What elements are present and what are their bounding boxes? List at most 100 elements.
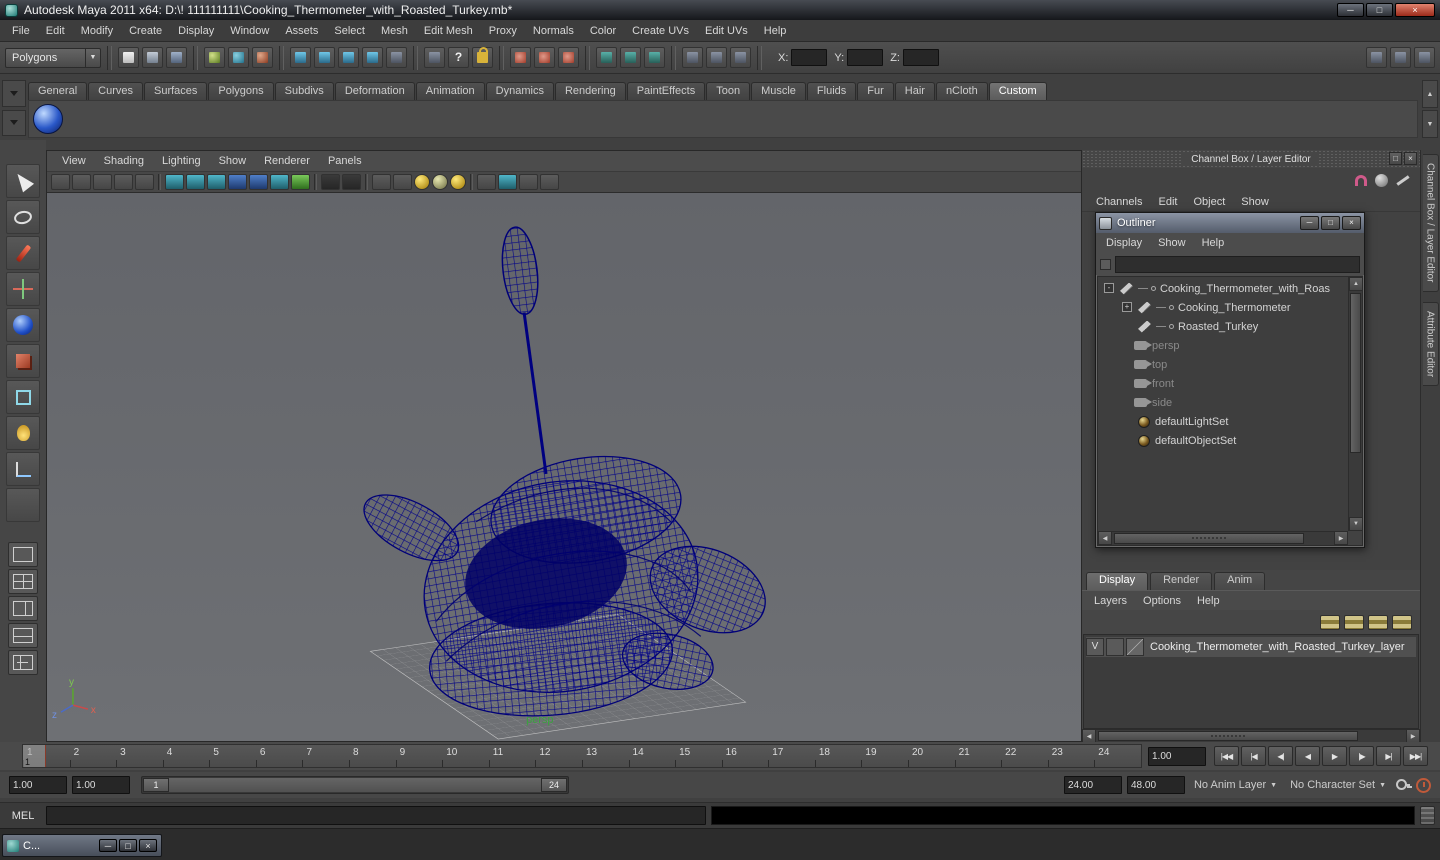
shelf-tab-painteffects[interactable]: PaintEffects: [626, 82, 706, 100]
menu-display[interactable]: Display: [170, 20, 222, 42]
use-default-material-icon[interactable]: [249, 174, 268, 190]
panel-close-icon[interactable]: ×: [1404, 152, 1417, 165]
history-options-icon[interactable]: [558, 47, 579, 68]
animation-end-field[interactable]: [1126, 776, 1185, 794]
default-lighting-icon[interactable]: [414, 174, 430, 190]
play-forwards-button[interactable]: ▶: [1322, 746, 1347, 766]
toggle-attribute-editor-icon[interactable]: [1366, 47, 1387, 68]
frame-tick[interactable]: 24: [1094, 745, 1141, 767]
select-component-icon[interactable]: [252, 47, 273, 68]
menu-assets[interactable]: Assets: [277, 20, 326, 42]
scroll-right-icon[interactable]: ▶: [1334, 531, 1348, 545]
shelf-tab-animation[interactable]: Animation: [415, 82, 485, 100]
select-camera-icon[interactable]: [51, 174, 70, 190]
menu-modify[interactable]: Modify: [73, 20, 121, 42]
shelf-menu-button[interactable]: [2, 109, 26, 136]
select-hierarchy-icon[interactable]: [204, 47, 225, 68]
create-layer-from-selected-icon[interactable]: [1392, 614, 1412, 630]
outliner-titlebar[interactable]: Outliner ─ □ ×: [1096, 213, 1364, 233]
frame-tick[interactable]: 2: [69, 745, 117, 767]
camera-attributes-icon[interactable]: [93, 174, 112, 190]
hypergraph-icon[interactable]: [730, 47, 751, 68]
collapse-expander-icon[interactable]: -: [1104, 283, 1114, 293]
outliner-menu-show[interactable]: Show: [1150, 233, 1194, 253]
panel-menu-shading[interactable]: Shading: [95, 151, 153, 171]
outliner-item-thermometer[interactable]: + Cooking_Thermometer: [1098, 298, 1348, 317]
save-scene-icon[interactable]: [166, 47, 187, 68]
new-scene-icon[interactable]: [118, 47, 139, 68]
menu-mesh[interactable]: Mesh: [373, 20, 416, 42]
menu-window[interactable]: Window: [222, 20, 277, 42]
channel-mode-icon[interactable]: [1396, 174, 1410, 186]
script-editor-toggle-icon[interactable]: [1420, 806, 1435, 825]
range-end-handle[interactable]: 24: [541, 778, 567, 792]
panel-menu-renderer[interactable]: Renderer: [255, 151, 319, 171]
move-tool-button[interactable]: [6, 272, 40, 306]
universal-manipulator-button[interactable]: [6, 380, 40, 414]
channel-box-menu-show[interactable]: Show: [1233, 191, 1277, 213]
outliner-vertical-scrollbar[interactable]: ▲ ▼: [1348, 277, 1362, 531]
channel-box-menu-object[interactable]: Object: [1185, 191, 1233, 213]
construction-history-icon[interactable]: [510, 47, 531, 68]
show-manipulator-tool-button[interactable]: [6, 452, 40, 486]
step-back-frame-button[interactable]: ◀|: [1268, 746, 1293, 766]
shelf-tab-toon[interactable]: Toon: [706, 82, 751, 100]
tab-attribute-editor[interactable]: Attribute Editor: [1422, 301, 1439, 386]
outliner-filter-icon[interactable]: [1100, 258, 1111, 270]
menu-select[interactable]: Select: [326, 20, 373, 42]
rotate-tool-button[interactable]: [6, 308, 40, 342]
frame-tick[interactable]: 17: [768, 745, 815, 767]
frame-tick[interactable]: 5: [209, 745, 256, 767]
backface-culling-icon[interactable]: [342, 174, 361, 190]
input-connections-icon[interactable]: [424, 47, 445, 68]
render-settings-icon[interactable]: [644, 47, 665, 68]
frame-tick[interactable]: 19: [861, 745, 908, 767]
channel-speed-icon[interactable]: [1375, 173, 1388, 187]
tab-display[interactable]: Display: [1086, 572, 1149, 590]
menu-set-selector[interactable]: Polygons ▼: [5, 47, 101, 68]
window-close-button[interactable]: ×: [1395, 3, 1435, 17]
shelf-tab-hair[interactable]: Hair: [894, 82, 935, 100]
layout-persp-outliner-button[interactable]: [8, 596, 38, 621]
anim-layer-selector[interactable]: No Anim Layer ▼: [1190, 776, 1281, 794]
move-layer-up-icon[interactable]: [1320, 614, 1340, 630]
frame-tick[interactable]: 21: [954, 745, 1002, 767]
command-language-label[interactable]: MEL: [5, 810, 41, 822]
layer-options-menu[interactable]: Options: [1135, 590, 1189, 612]
layer-help-menu[interactable]: Help: [1189, 590, 1228, 612]
statusline-separator[interactable]: [413, 45, 418, 70]
y-coordinate-input[interactable]: [847, 49, 884, 66]
menu-set-dropdown-icon[interactable]: ▼: [85, 48, 100, 67]
range-slider[interactable]: 1 24: [141, 776, 569, 794]
layer-display-type-swatch[interactable]: [1126, 638, 1144, 656]
shelf-tab-general[interactable]: General: [28, 82, 88, 100]
smooth-shade-icon[interactable]: [291, 174, 310, 190]
window-minimize-button[interactable]: ─: [1337, 3, 1364, 17]
scale-tool-button[interactable]: [6, 344, 40, 378]
panel-header[interactable]: Channel Box / Layer Editor □ ×: [1082, 150, 1420, 168]
outliner-close-button[interactable]: ×: [1342, 216, 1361, 230]
paint-effects-icon[interactable]: [682, 47, 703, 68]
shelf-tab-polygons[interactable]: Polygons: [208, 82, 274, 100]
render-current-frame-icon[interactable]: [596, 47, 617, 68]
frame-tick[interactable]: 10: [442, 745, 489, 767]
wireframe-mode-icon[interactable]: [165, 174, 184, 190]
scroll-down-icon[interactable]: ▼: [1349, 517, 1362, 531]
shelf-tab-fluids[interactable]: Fluids: [806, 82, 857, 100]
playback-start-field[interactable]: [72, 776, 130, 794]
mel-input[interactable]: [46, 806, 706, 825]
outliner-item-persp[interactable]: persp: [1098, 336, 1348, 355]
outliner-minimize-button[interactable]: ─: [1300, 216, 1319, 230]
statusline-separator[interactable]: [671, 45, 676, 70]
frame-tick[interactable]: 16: [721, 745, 769, 767]
menu-normals[interactable]: Normals: [525, 20, 582, 42]
shelf-tab-switcher-button[interactable]: [2, 80, 26, 107]
layout-single-pane-button[interactable]: [8, 542, 38, 567]
shelf-tab-curves[interactable]: Curves: [88, 82, 143, 100]
minimized-minimize-button[interactable]: ─: [99, 839, 117, 852]
layer-editor-scrollbar[interactable]: ◀ ▶: [1082, 729, 1420, 743]
menu-file[interactable]: File: [4, 20, 38, 42]
menu-proxy[interactable]: Proxy: [481, 20, 525, 42]
z-coordinate-input[interactable]: [902, 49, 939, 66]
viewport-canvas[interactable]: y x z persp: [47, 193, 1081, 741]
